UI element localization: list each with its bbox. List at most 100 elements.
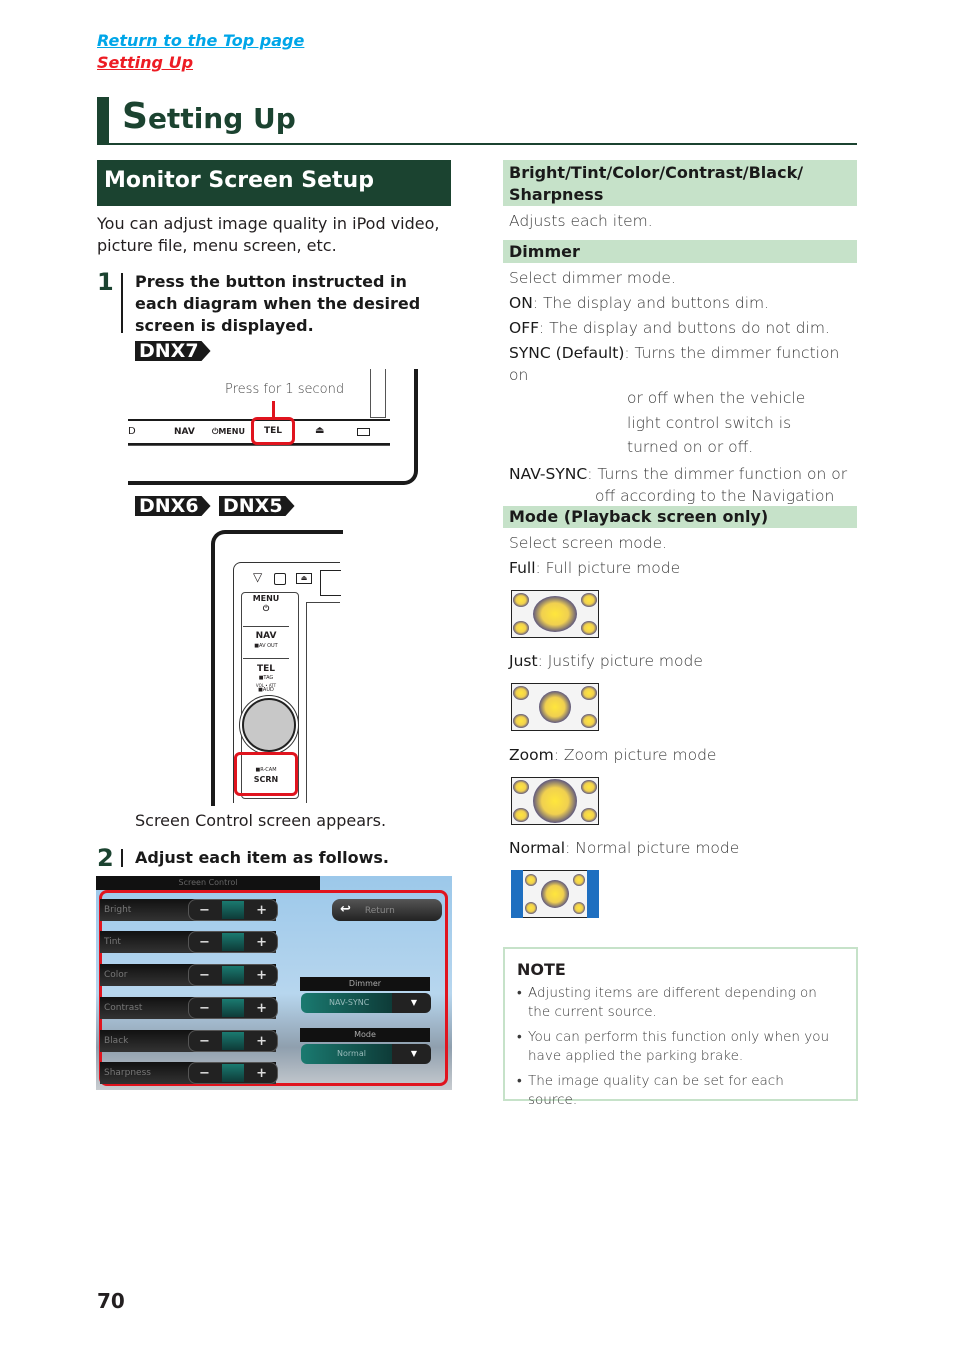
slider-value xyxy=(222,901,244,919)
navsync-desc: : Turns the dimmer function on or xyxy=(587,464,848,483)
contrast-slider[interactable]: − + xyxy=(188,997,278,1019)
heading-image-adjust: Bright/Tint/Color/Contrast/Black/ Sharpn… xyxy=(503,160,857,206)
volume-knob[interactable] xyxy=(242,698,296,752)
note-item: • The image quality can be set for each s… xyxy=(515,1072,835,1110)
plus-button[interactable]: + xyxy=(256,1034,267,1049)
full-mode-icon xyxy=(511,590,599,638)
mode-desc: : Zoom picture mode xyxy=(553,746,717,764)
minus-button[interactable]: − xyxy=(199,968,210,983)
normal-mode-icon xyxy=(511,870,599,918)
page-title: Setting Up xyxy=(122,96,296,137)
nav-button[interactable]: NAV xyxy=(243,631,289,641)
note-text: You can perform this function only when … xyxy=(528,1029,830,1064)
plus-button[interactable]: + xyxy=(256,903,267,918)
mode-value: Normal xyxy=(337,1049,366,1058)
bullet-icon: • xyxy=(517,985,522,1001)
mode-key: Full xyxy=(509,559,536,577)
on-key: ON xyxy=(509,294,533,312)
dnx7-diagram: Press for 1 second D NAV ⏻MENU TEL ⏏ xyxy=(128,369,418,485)
step-2-text: Adjust each item as follows. xyxy=(135,848,389,867)
mode-item-zoom: Zoom: Zoom picture mode xyxy=(509,744,716,766)
mode-item-full: Full: Full picture mode xyxy=(509,557,680,579)
mode-item-normal: Normal: Normal picture mode xyxy=(509,837,739,859)
step-1-text: Press the button instructed in each diag… xyxy=(135,272,421,335)
mode-key: Zoom xyxy=(509,746,554,764)
dnx6-dnx5-diagram: ▽ ⏏ MENU ⏻ NAV ■AV OUT TEL ■TAG VOL • ATT ■AU… xyxy=(211,530,343,806)
note-title: NOTE xyxy=(517,960,566,979)
off-desc: : The display and buttons do not dim. xyxy=(539,319,830,337)
slider-value xyxy=(222,966,244,984)
rcam-label: ■R-CAM xyxy=(255,767,277,773)
title-underline xyxy=(97,143,857,145)
black-slider[interactable]: − + xyxy=(188,1030,278,1052)
on-desc: : The display and buttons dim. xyxy=(532,294,770,312)
slider-value xyxy=(222,1064,244,1082)
dnx7-eject-button[interactable]: ⏏ xyxy=(315,425,324,436)
menu-button[interactable]: MENU xyxy=(243,594,289,604)
sharpness-slider[interactable]: − + xyxy=(188,1062,278,1084)
title-rest: etting Up xyxy=(147,102,296,135)
screen-control-screenshot: Screen Control Bright − + Tint − + Color − + Cont… xyxy=(96,876,452,1090)
dnx7-tel-button[interactable]: TEL xyxy=(251,417,295,445)
minus-button[interactable]: − xyxy=(199,1001,210,1016)
dnx7-button-d[interactable]: D xyxy=(128,426,136,437)
page-number: 70 xyxy=(97,1289,125,1313)
note-box: NOTE • Adjusting items are different depe… xyxy=(503,947,858,1108)
mode-desc: : Full picture mode xyxy=(535,559,681,577)
bullet-icon: • xyxy=(517,1073,522,1089)
tag-label: ■TAG xyxy=(258,675,274,681)
mode-key: Normal xyxy=(509,839,566,857)
dimmer-intro: Select dimmer mode. xyxy=(509,269,676,287)
step-number-1: 1 xyxy=(97,268,114,296)
mode-label: Mode xyxy=(300,1028,430,1042)
dimmer-value: NAV-SYNC xyxy=(329,998,370,1007)
dnx7-menu-button[interactable]: ⏻MENU xyxy=(212,427,245,437)
slider-value xyxy=(222,999,244,1017)
minus-button[interactable]: − xyxy=(199,903,210,918)
dnx7-nav-button[interactable]: NAV xyxy=(174,427,195,437)
mode-intro: Select screen mode. xyxy=(509,534,668,552)
plus-button[interactable]: + xyxy=(256,1001,267,1016)
dnx7-screen-button[interactable] xyxy=(357,428,370,436)
mode-desc: : Normal picture mode xyxy=(565,839,740,857)
mode-desc: : Justify picture mode xyxy=(537,652,703,670)
image-adjust-desc: Adjusts each item. xyxy=(509,212,653,230)
color-slider[interactable]: − + xyxy=(188,964,278,986)
dnx6-badge: DNX6 xyxy=(135,496,211,516)
section-link[interactable]: Setting Up xyxy=(97,53,193,72)
dropdown-arrow-icon: ▼ xyxy=(410,1049,417,1058)
return-button[interactable]: ↩ Return xyxy=(332,899,442,921)
mode-item-just: Just: Justify picture mode xyxy=(509,650,703,672)
zoom-mode-icon xyxy=(511,777,599,825)
scrn-button[interactable]: ■R-CAM SCRN xyxy=(234,752,298,796)
bullet-icon: • xyxy=(517,1029,522,1045)
return-label: Return xyxy=(364,906,395,916)
sync-key: SYNC (Default) xyxy=(509,344,625,362)
slider-value xyxy=(222,1032,244,1050)
press-callout: Press for 1 second xyxy=(225,382,345,397)
return-top-link[interactable]: Return to the Top page xyxy=(97,31,304,50)
intro-text: You can adjust image quality in iPod vid… xyxy=(97,214,440,255)
title-initial: S xyxy=(122,96,148,137)
dropdown-arrow-icon: ▼ xyxy=(410,998,417,1007)
minus-button[interactable]: − xyxy=(199,935,210,950)
mode-key: Just xyxy=(509,652,538,670)
bright-slider[interactable]: − + xyxy=(188,899,278,921)
title-bar-accent xyxy=(97,97,109,145)
minus-button[interactable]: − xyxy=(199,1066,210,1081)
mode-dropdown[interactable]: Normal ▼ xyxy=(301,1044,431,1064)
tint-slider[interactable]: − + xyxy=(188,931,278,953)
off-key: OFF xyxy=(509,319,540,337)
plus-button[interactable]: + xyxy=(256,968,267,983)
just-mode-icon xyxy=(511,683,599,731)
slider-value xyxy=(222,933,244,951)
plus-button[interactable]: + xyxy=(256,935,267,950)
minus-button[interactable]: − xyxy=(199,1034,210,1049)
sync-desc-cont: or off when the vehicle light control sw… xyxy=(627,389,806,456)
dimmer-dropdown[interactable]: NAV-SYNC ▼ xyxy=(301,993,431,1013)
plus-button[interactable]: + xyxy=(256,1066,267,1081)
tel-button[interactable]: TEL xyxy=(243,665,289,674)
heading-mode: Mode (Playback screen only) xyxy=(503,506,857,528)
dnx5-badge: DNX5 xyxy=(219,496,295,516)
scrn-label: SCRN xyxy=(253,775,279,784)
